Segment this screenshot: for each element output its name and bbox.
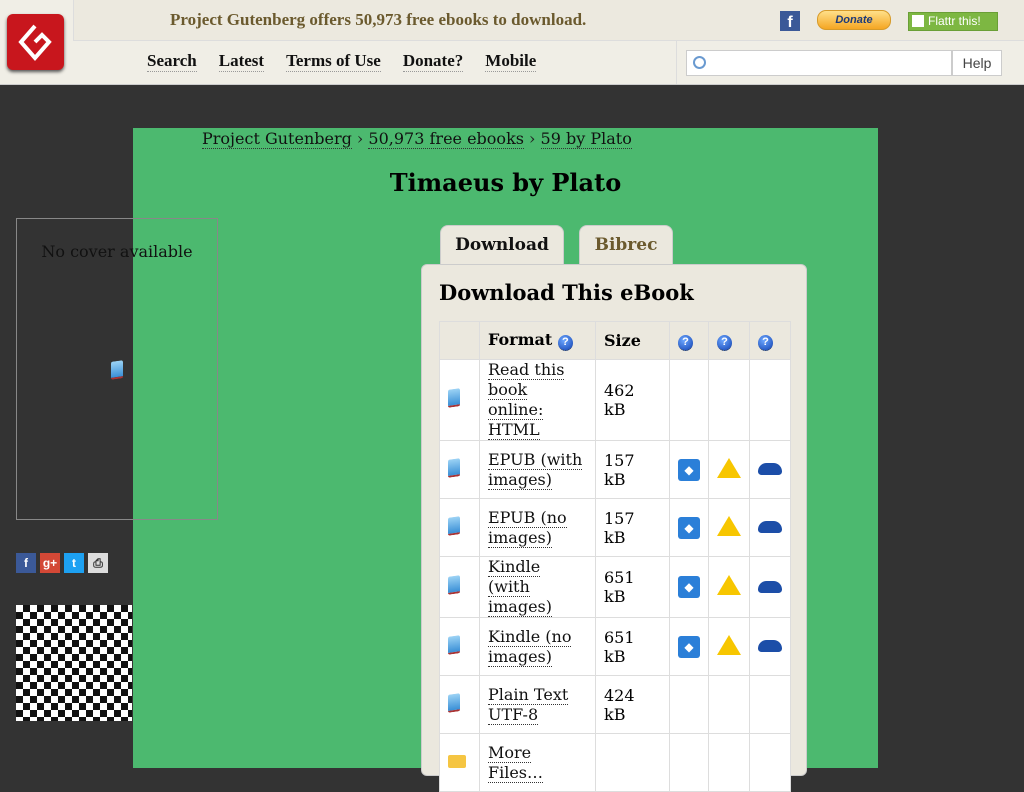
help-icon[interactable]: ?	[557, 335, 573, 351]
help-button[interactable]: Help	[952, 50, 1002, 76]
size-header: Size	[595, 321, 670, 360]
book-icon	[448, 515, 460, 536]
search-icon	[693, 56, 706, 69]
download-heading: Download This eBook	[439, 280, 694, 305]
facebook-icon[interactable]: f	[780, 11, 800, 31]
help-icon[interactable]: ?	[758, 335, 773, 351]
google-plus-icon[interactable]: g+	[40, 553, 60, 573]
file-size: 462 kB	[595, 359, 670, 441]
file-size: 157 kB	[595, 498, 670, 557]
table-row: EPUB (no images) 157 kB ◆	[439, 498, 791, 557]
onedrive-icon[interactable]	[758, 580, 782, 593]
table-row: Kindle (with images) 651 kB ◆	[439, 556, 791, 618]
main-nav: Search Latest Terms of Use Donate? Mobil…	[147, 51, 537, 72]
gutenberg-logo[interactable]	[7, 14, 64, 70]
google-drive-icon[interactable]	[717, 575, 741, 595]
onedrive-icon[interactable]	[758, 640, 782, 652]
onedrive-icon[interactable]	[758, 463, 782, 475]
folder-icon	[448, 755, 466, 768]
help-icon[interactable]: ?	[717, 335, 732, 351]
book-icon	[448, 634, 460, 655]
nav-terms[interactable]: Terms of Use	[286, 51, 381, 72]
donate-button[interactable]: Donate	[817, 10, 891, 30]
book-icon	[448, 457, 460, 478]
format-link[interactable]: EPUB (no images)	[488, 507, 567, 548]
flattr-label: Flattr this!	[928, 14, 981, 28]
nav-latest[interactable]: Latest	[218, 51, 265, 72]
book-icon	[448, 692, 460, 713]
format-link[interactable]: Read this book online: HTML	[488, 360, 565, 440]
book-icon	[111, 360, 123, 380]
share-icons: f g+ t ⎙	[16, 553, 108, 573]
tab-bibrec[interactable]: Bibrec	[579, 225, 673, 264]
book-icon	[448, 388, 460, 408]
table-row: EPUB (with images) 157 kB ◆	[439, 440, 791, 499]
search-area: Help	[676, 40, 1024, 84]
file-size: 651 kB	[595, 556, 670, 618]
table-row: Kindle (no images) 651 kB ◆	[439, 617, 791, 676]
qr-code	[16, 605, 132, 721]
tagline: Project Gutenberg offers 50,973 free ebo…	[170, 10, 587, 29]
nav-donate[interactable]: Donate?	[402, 51, 464, 72]
nav-search[interactable]: Search	[147, 51, 197, 72]
breadcrumb: Project Gutenberg › 50,973 free ebooks ›…	[202, 129, 632, 149]
download-box: Download This eBook Format ? Size ? ? ? …	[421, 264, 807, 792]
dropbox-icon[interactable]: ◆	[678, 458, 700, 481]
table-row: Read this book online: HTML 462 kB	[439, 359, 791, 441]
flattr-button[interactable]: Flattr this!	[908, 12, 998, 31]
google-drive-icon[interactable]	[717, 634, 741, 655]
breadcrumb-home[interactable]: Project Gutenberg	[202, 129, 352, 149]
cover-text: No cover available	[41, 242, 193, 261]
format-link[interactable]: Plain Text UTF-8	[488, 684, 569, 725]
onedrive-icon[interactable]	[758, 521, 782, 533]
file-size	[595, 733, 670, 792]
format-header: Format	[488, 330, 553, 349]
breadcrumb-ebooks[interactable]: 50,973 free ebooks	[368, 129, 524, 149]
format-link[interactable]: EPUB (with images)	[488, 449, 583, 490]
dropbox-icon[interactable]: ◆	[678, 635, 700, 658]
page-title: Timaeus by Plato	[389, 168, 622, 197]
table-header: Format ? Size ? ? ?	[439, 321, 791, 360]
flattr-icon	[912, 15, 924, 27]
print-icon[interactable]: ⎙	[88, 553, 108, 573]
file-size: 157 kB	[595, 440, 670, 499]
nav-mobile[interactable]: Mobile	[485, 51, 537, 72]
format-link[interactable]: More Files…	[488, 742, 544, 783]
format-link[interactable]: Kindle (with images)	[488, 557, 552, 617]
table-row: More Files…	[439, 733, 791, 792]
breadcrumb-author[interactable]: 59 by Plato	[540, 129, 632, 149]
facebook-share-icon[interactable]: f	[16, 553, 36, 573]
dropbox-icon[interactable]: ◆	[678, 576, 700, 598]
table-row: Plain Text UTF-8 424 kB	[439, 675, 791, 734]
file-size: 651 kB	[595, 617, 670, 676]
tab-download[interactable]: Download	[440, 225, 564, 264]
format-link[interactable]: Kindle (no images)	[488, 626, 572, 667]
header: Project Gutenberg offers 50,973 free ebo…	[0, 0, 1024, 85]
help-icon[interactable]: ?	[678, 335, 693, 351]
cover-placeholder: No cover available	[16, 218, 218, 520]
book-icon	[448, 575, 460, 595]
twitter-icon[interactable]: t	[64, 553, 84, 573]
dropbox-icon[interactable]: ◆	[678, 516, 700, 539]
file-size: 424 kB	[595, 675, 670, 734]
google-drive-icon[interactable]	[717, 457, 741, 478]
download-table: Format ? Size ? ? ? Read this book onlin…	[439, 321, 791, 792]
google-drive-icon[interactable]	[717, 515, 741, 536]
search-input[interactable]	[686, 50, 952, 76]
